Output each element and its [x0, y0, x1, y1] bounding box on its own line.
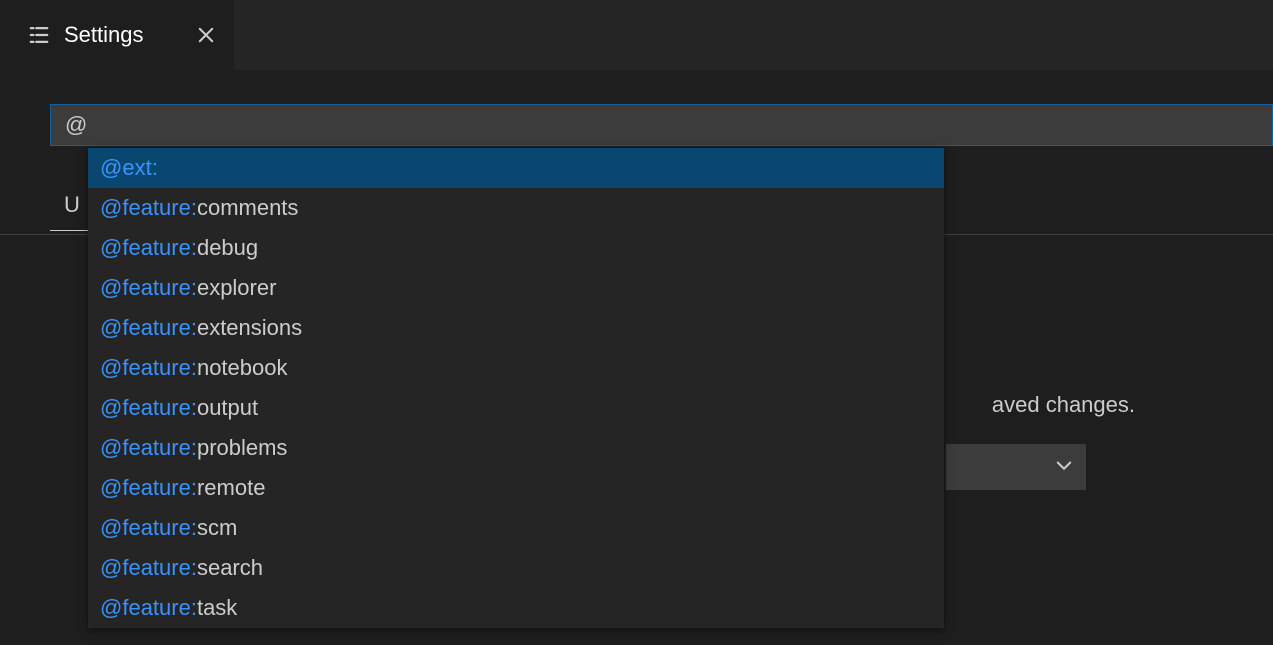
- suggestion-item[interactable]: @feature:remote: [88, 468, 944, 508]
- setting-description-fragment: aved changes.: [992, 392, 1135, 418]
- settings-list-icon: [28, 24, 50, 46]
- chevron-down-icon: [1054, 455, 1074, 480]
- settings-search: [50, 104, 1273, 146]
- tab-bar: Settings: [0, 0, 1273, 70]
- suggestion-item[interactable]: @feature:debug: [88, 228, 944, 268]
- settings-scope-underline: [50, 230, 92, 231]
- settings-tab[interactable]: Settings: [0, 0, 234, 70]
- search-suggestions-dropdown: @ext:@feature:comments@feature:debug@fea…: [88, 148, 944, 628]
- suggestion-item[interactable]: @feature:task: [88, 588, 944, 628]
- settings-search-input-box[interactable]: [50, 104, 1273, 146]
- suggestion-item[interactable]: @feature:extensions: [88, 308, 944, 348]
- tab-title: Settings: [64, 22, 144, 48]
- suggestion-item[interactable]: @feature:notebook: [88, 348, 944, 388]
- suggestion-item[interactable]: @feature:comments: [88, 188, 944, 228]
- tab-bar-empty: [234, 0, 1273, 70]
- suggestion-item[interactable]: @feature:scm: [88, 508, 944, 548]
- setting-dropdown[interactable]: [946, 444, 1086, 490]
- suggestion-item[interactable]: @ext:: [88, 148, 944, 188]
- settings-scope-user-partial: U: [64, 192, 80, 218]
- suggestion-item[interactable]: @feature:output: [88, 388, 944, 428]
- close-icon[interactable]: [196, 25, 216, 45]
- suggestion-item[interactable]: @feature:problems: [88, 428, 944, 468]
- settings-search-input[interactable]: [65, 112, 1258, 138]
- suggestion-item[interactable]: @feature:explorer: [88, 268, 944, 308]
- suggestion-item[interactable]: @feature:search: [88, 548, 944, 588]
